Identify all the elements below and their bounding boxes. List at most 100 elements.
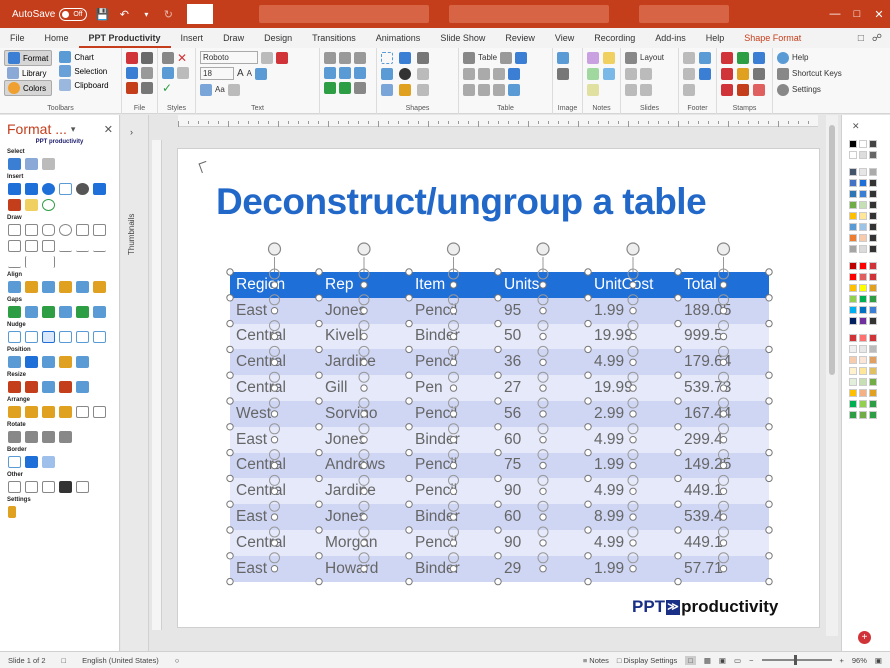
table-row[interactable]: East Howard Binder 29 1.99 57.71: [230, 555, 769, 582]
draw-elbow-icon[interactable]: [8, 256, 21, 268]
color-swatch[interactable]: [869, 399, 877, 408]
table-cell[interactable]: 449.1: [678, 534, 769, 552]
spellcheck-icon[interactable]: □: [54, 656, 75, 665]
text-bottom-icon[interactable]: [354, 67, 366, 79]
table-cell[interactable]: Pen: [409, 379, 498, 397]
table-cell[interactable]: Central: [230, 482, 319, 500]
table-header-cell[interactable]: Region: [230, 276, 319, 294]
table-header-cell[interactable]: Units: [498, 276, 588, 294]
table-cell[interactable]: 36: [498, 353, 588, 371]
other-copy-icon[interactable]: [42, 481, 55, 493]
gap-h-icon[interactable]: [8, 306, 21, 318]
table-merge-icon[interactable]: [493, 67, 505, 80]
table-cell[interactable]: Gill: [319, 379, 409, 397]
stamp-blue-icon[interactable]: [753, 52, 765, 64]
color-swatch[interactable]: [859, 305, 867, 314]
dropdown-chevron-icon[interactable]: ▾: [139, 7, 153, 21]
nudge-right-icon[interactable]: [25, 331, 38, 343]
stamp-red-icon[interactable]: [721, 52, 733, 64]
maximize-icon[interactable]: □: [846, 4, 868, 24]
tab-insert[interactable]: Insert: [171, 28, 214, 48]
stamp-stop-icon[interactable]: [721, 84, 733, 96]
color-swatch[interactable]: [869, 377, 877, 386]
tab-draw[interactable]: Draw: [213, 28, 254, 48]
color-swatch[interactable]: [849, 316, 857, 325]
color-swatch[interactable]: [859, 344, 867, 353]
slide-copy-icon[interactable]: [625, 67, 637, 80]
table-cell[interactable]: Pencil: [409, 353, 498, 371]
display-settings-button[interactable]: □ Display Settings: [617, 656, 677, 665]
color-swatch[interactable]: [859, 167, 867, 176]
table-header-cell[interactable]: Item: [409, 276, 498, 294]
rotate-right-icon[interactable]: [25, 431, 38, 443]
stamp-pink-icon[interactable]: [753, 84, 765, 96]
zoom-out-icon[interactable]: −: [749, 656, 753, 665]
note-blue-icon[interactable]: [603, 68, 615, 80]
table-cell[interactable]: Sorvino: [319, 405, 409, 423]
comment-icon[interactable]: □: [858, 33, 864, 44]
shape-merge-icon[interactable]: [381, 84, 393, 96]
color-swatch[interactable]: [859, 150, 867, 159]
table-cell[interactable]: 60: [498, 431, 588, 449]
color-swatch[interactable]: [849, 167, 857, 176]
table-cell[interactable]: 29: [498, 560, 588, 578]
stamp-draft-icon[interactable]: [721, 68, 733, 80]
color-swatch[interactable]: [869, 344, 877, 353]
library-button[interactable]: Library: [4, 66, 52, 80]
resize-same-icon[interactable]: [8, 381, 21, 393]
table-split-icon[interactable]: [478, 83, 490, 96]
table-cell[interactable]: 179.64: [678, 353, 769, 371]
table-cell[interactable]: Binder: [409, 327, 498, 345]
arrange-forward-icon[interactable]: [42, 406, 55, 418]
style-paint-icon[interactable]: [162, 67, 174, 79]
color-swatch[interactable]: [869, 244, 877, 253]
color-swatch[interactable]: [849, 189, 857, 198]
draw-brace2-icon[interactable]: [42, 256, 55, 268]
color-swatch[interactable]: [869, 366, 877, 375]
align-center-icon[interactable]: [339, 52, 351, 64]
color-swatch[interactable]: [869, 294, 877, 303]
draw-triangle-icon[interactable]: [76, 224, 89, 236]
arrange-backward-icon[interactable]: [59, 406, 72, 418]
color-swatch[interactable]: [849, 355, 857, 364]
tab-shape-format[interactable]: Shape Format: [734, 28, 811, 48]
stamp-orange-icon[interactable]: [737, 84, 749, 96]
insert-callout-icon[interactable]: [59, 183, 72, 195]
table-cell[interactable]: 1.99: [588, 302, 678, 320]
footer-date-icon[interactable]: [683, 68, 695, 80]
position-paste-icon[interactable]: [25, 356, 38, 368]
autosave-toggle[interactable]: AutoSave Off: [12, 7, 88, 21]
table-cell[interactable]: 539.4: [678, 508, 769, 526]
table-cell[interactable]: Pencil: [409, 405, 498, 423]
scrollbar-thumb[interactable]: [829, 125, 835, 375]
color-swatch[interactable]: [849, 178, 857, 187]
account-area[interactable]: [639, 5, 730, 23]
text-box-icon[interactable]: [255, 67, 268, 80]
draw-down-arrow-icon[interactable]: [25, 240, 38, 252]
color-swatch[interactable]: [849, 139, 857, 148]
table-header-cell[interactable]: Total: [678, 276, 769, 294]
table-cell[interactable]: Binder: [409, 560, 498, 578]
gap-h2-icon[interactable]: [42, 306, 55, 318]
export-icon[interactable]: [126, 82, 138, 94]
shape-size-icon[interactable]: [417, 68, 429, 80]
table-row[interactable]: East Jones Pencil 95 1.99 189.05: [230, 297, 769, 324]
table-cell[interactable]: Binder: [409, 508, 498, 526]
color-swatch[interactable]: [869, 211, 877, 220]
table-cell[interactable]: Jones: [319, 431, 409, 449]
resize-width-icon[interactable]: [25, 381, 38, 393]
color-swatch[interactable]: [869, 222, 877, 231]
resize-fit-icon[interactable]: [59, 381, 72, 393]
border-outline-icon[interactable]: [8, 456, 21, 468]
expand-thumbnails-icon[interactable]: ›: [130, 127, 133, 137]
color-swatch[interactable]: [849, 222, 857, 231]
font-size-select[interactable]: 18: [200, 67, 234, 80]
tab-transitions[interactable]: Transitions: [302, 28, 366, 48]
chart-button[interactable]: Chart: [56, 50, 111, 64]
zoom-in-icon[interactable]: +: [840, 656, 844, 665]
other-split-icon[interactable]: [25, 481, 38, 493]
slideshow-view-icon[interactable]: ▭: [734, 656, 741, 665]
table-row[interactable]: Central Morgan Pencil 90 4.99 449.1: [230, 529, 769, 556]
insert-stamp-icon[interactable]: [8, 199, 21, 211]
color-swatch[interactable]: [859, 316, 867, 325]
